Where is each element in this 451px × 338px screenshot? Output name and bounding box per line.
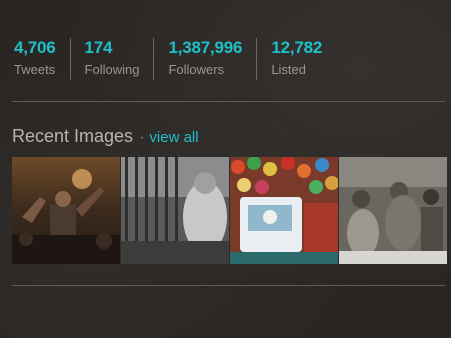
stat-tweets-value: 4,706	[14, 38, 56, 57]
image-crowd-night	[12, 157, 120, 264]
image-street-scene	[339, 157, 447, 264]
image-colorful-crowd	[230, 157, 338, 264]
divider	[12, 101, 445, 102]
stat-listed-label: Listed	[271, 62, 307, 77]
stat-followers[interactable]: 1,387,996 Followers	[168, 38, 258, 80]
image-thumbnail[interactable]	[121, 157, 229, 264]
stat-following-value: 174	[84, 38, 113, 57]
stat-followers-value: 1,387,996	[168, 38, 243, 57]
recent-images-title: Recent Images	[12, 126, 134, 146]
stat-following[interactable]: 174 Following	[85, 38, 155, 80]
stat-tweets[interactable]: 4,706 Tweets	[14, 38, 71, 80]
stat-followers-label: Followers	[168, 62, 225, 77]
image-thumbnail[interactable]	[12, 157, 120, 264]
divider	[12, 285, 445, 286]
image-thumbnail[interactable]	[339, 157, 447, 264]
stat-listed[interactable]: 12,782 Listed	[271, 38, 336, 80]
view-all-link[interactable]: view all	[149, 129, 198, 146]
profile-stats: 4,706 Tweets 174 Following 1,387,996 Fol…	[14, 38, 451, 82]
stat-following-label: Following	[84, 62, 140, 77]
image-thumbnail[interactable]	[230, 157, 338, 264]
stat-tweets-label: Tweets	[14, 62, 56, 77]
stat-listed-value: 12,782	[271, 38, 323, 57]
recent-images-header: Recent Images · view all	[12, 126, 199, 147]
recent-images-grid	[12, 157, 448, 264]
image-fence-bw	[121, 157, 229, 264]
separator-dot: ·	[139, 129, 145, 146]
